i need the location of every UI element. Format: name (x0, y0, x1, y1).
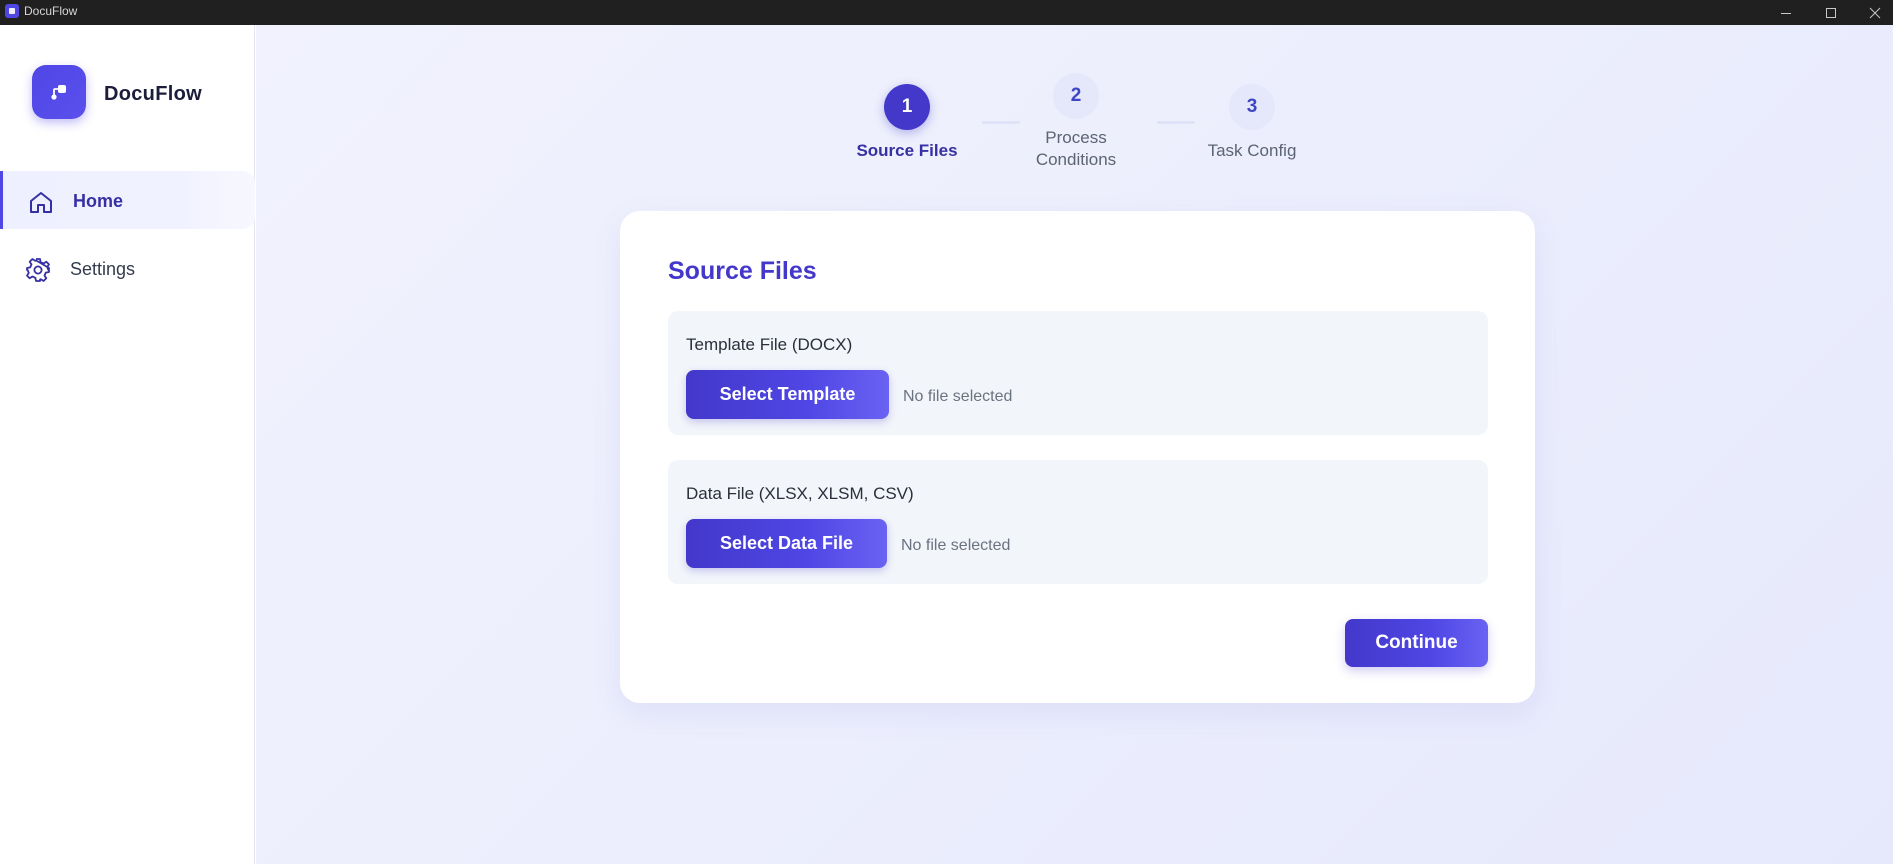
home-icon (30, 192, 52, 213)
maximize-icon (1826, 7, 1836, 18)
maximize-button[interactable] (1808, 0, 1854, 25)
step-number: 1 (884, 84, 930, 130)
app-logo-icon (5, 4, 19, 18)
window-title: DocuFlow (24, 4, 78, 18)
gear-icon (26, 258, 50, 282)
sidebar: DocuFlow Home Settings (0, 25, 255, 864)
minimize-icon (1781, 12, 1791, 14)
card-title: Source Files (668, 257, 817, 285)
step-source-files[interactable]: 1 Source Files (850, 84, 964, 162)
sidebar-item-home[interactable]: Home (0, 171, 255, 229)
select-template-button[interactable]: Select Template (686, 370, 889, 419)
continue-button[interactable]: Continue (1345, 619, 1488, 667)
close-button[interactable] (1852, 0, 1893, 25)
main-content: 1 Source Files 2 Process Conditions 3 Ta… (256, 25, 1893, 864)
file-status: No file selected (901, 537, 1011, 554)
step-label: Task Config (1207, 141, 1297, 160)
brand-name: DocuFlow (104, 83, 202, 105)
sidebar-item-label: Settings (70, 259, 136, 279)
close-icon (1869, 7, 1881, 18)
sidebar-item-settings[interactable]: Settings (0, 239, 255, 297)
step-number: 2 (1053, 73, 1099, 119)
step-connector (1157, 121, 1195, 124)
data-file-field: Data File (XLSX, XLSM, CSV) Select Data … (668, 460, 1488, 584)
flow-logo-icon (51, 85, 66, 100)
step-label: Process Conditions (1035, 128, 1117, 169)
window-titlebar: DocuFlow (0, 0, 1893, 25)
select-data-file-button[interactable]: Select Data File (686, 519, 887, 568)
step-connector (982, 121, 1020, 124)
step-task-config[interactable]: 3 Task Config (1195, 84, 1309, 162)
step-label: Source Files (856, 141, 958, 160)
step-number: 3 (1229, 84, 1275, 130)
template-file-field: Template File (DOCX) Select Template No … (668, 311, 1488, 435)
file-status: No file selected (903, 388, 1013, 405)
minimize-button[interactable] (1763, 0, 1809, 25)
sidebar-item-label: Home (73, 191, 124, 211)
app-logo (32, 65, 86, 119)
source-files-card: Source Files Template File (DOCX) Select… (620, 211, 1535, 703)
step-process-conditions[interactable]: 2 Process Conditions (1019, 73, 1133, 171)
field-label: Template File (DOCX) (686, 335, 853, 354)
field-label: Data File (XLSX, XLSM, CSV) (686, 484, 914, 503)
